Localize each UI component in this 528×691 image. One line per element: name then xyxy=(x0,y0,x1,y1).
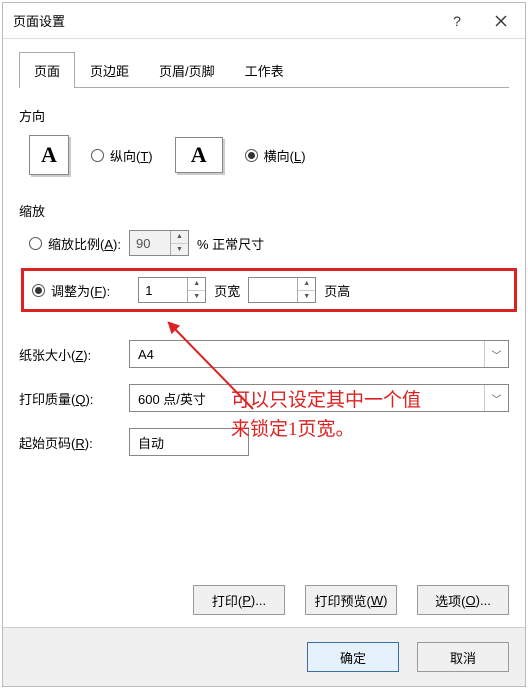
paper-size-value: A4 xyxy=(138,347,154,362)
radio-icon xyxy=(32,284,45,297)
dialog-title: 页面设置 xyxy=(13,11,435,30)
portrait-icon: A xyxy=(29,135,69,175)
landscape-radio[interactable]: 横向(L) xyxy=(245,146,306,165)
chevron-down-icon: ﹀ xyxy=(484,341,508,367)
paper-size-select[interactable]: A4 ﹀ xyxy=(129,340,509,368)
tabs: 页面 页边距 页眉/页脚 工作表 xyxy=(19,51,509,88)
start-page-value: 自动 xyxy=(138,433,164,452)
print-quality-select[interactable]: 600 点/英寸 ﹀ xyxy=(129,384,509,412)
fit-width-input[interactable] xyxy=(139,278,187,302)
fit-height-input[interactable] xyxy=(249,278,297,302)
portrait-radio-label: 纵向(T) xyxy=(110,146,153,165)
start-page-input[interactable]: 自动 xyxy=(129,428,249,456)
chevron-down-icon: ﹀ xyxy=(484,385,508,411)
tab-sheet[interactable]: 工作表 xyxy=(230,52,299,88)
footer-bar: 确定 取消 xyxy=(3,627,525,686)
tab-margin[interactable]: 页边距 xyxy=(75,52,144,88)
fit-height-spinner[interactable]: ▲▼ xyxy=(248,277,316,303)
help-button[interactable]: ? xyxy=(435,6,479,36)
fit-width-spinner[interactable]: ▲▼ xyxy=(138,277,206,303)
scale-group: 缩放比例(A): ▲▼ % 正常尺寸 调整为(F): xyxy=(19,230,509,312)
options-button[interactable]: 选项(O)... xyxy=(417,585,509,615)
tab-page[interactable]: 页面 xyxy=(19,52,75,88)
fit-height-suffix: 页高 xyxy=(324,281,350,300)
landscape-icon: A xyxy=(175,137,223,173)
spinner-buttons[interactable]: ▲▼ xyxy=(187,278,205,302)
radio-icon xyxy=(29,237,42,250)
orientation-group: A 纵向(T) A 横向(L) xyxy=(19,135,509,175)
scale-ratio-input xyxy=(130,231,170,255)
orientation-label: 方向 xyxy=(19,106,509,125)
spinner-buttons[interactable]: ▲▼ xyxy=(297,278,315,302)
spinner-buttons: ▲▼ xyxy=(170,231,188,255)
print-quality-value: 600 点/英寸 xyxy=(138,389,206,408)
portrait-radio[interactable]: 纵向(T) xyxy=(91,146,153,165)
tab-header-footer[interactable]: 页眉/页脚 xyxy=(144,52,230,88)
scale-ratio-spinner: ▲▼ xyxy=(129,230,189,256)
landscape-radio-label: 横向(L) xyxy=(264,146,306,165)
cancel-button[interactable]: 取消 xyxy=(417,642,509,672)
highlight-box: 调整为(F): ▲▼ 页宽 ▲▼ 页高 xyxy=(21,268,517,312)
scale-ratio-label: 缩放比例(A): xyxy=(48,234,121,253)
fit-width-suffix: 页宽 xyxy=(214,281,240,300)
radio-icon xyxy=(245,149,258,162)
close-button[interactable] xyxy=(479,6,523,36)
start-page-label: 起始页码(R): xyxy=(19,433,119,452)
print-preview-button[interactable]: 打印预览(W) xyxy=(305,585,397,615)
fit-to-label: 调整为(F): xyxy=(51,281,110,300)
scale-ratio-suffix: % 正常尺寸 xyxy=(197,234,264,253)
dialog-body: 页面 页边距 页眉/页脚 工作表 方向 A 纵向(T) A 横向(L) 缩放 缩… xyxy=(3,39,525,585)
action-buttons: 打印(P)... 打印预览(W) 选项(O)... xyxy=(3,585,525,627)
page-setup-dialog: 页面设置 ? 页面 页边距 页眉/页脚 工作表 方向 A 纵向(T) A 横向(… xyxy=(2,2,526,687)
ok-button[interactable]: 确定 xyxy=(307,642,399,672)
close-icon xyxy=(495,15,507,27)
print-quality-label: 打印质量(Q): xyxy=(19,389,119,408)
print-button[interactable]: 打印(P)... xyxy=(193,585,285,615)
paper-size-label: 纸张大小(Z): xyxy=(19,345,119,364)
titlebar: 页面设置 ? xyxy=(3,3,525,39)
scale-label: 缩放 xyxy=(19,201,509,220)
fit-to-radio[interactable]: 调整为(F): xyxy=(32,281,110,300)
radio-icon xyxy=(91,149,104,162)
scale-ratio-radio[interactable]: 缩放比例(A): xyxy=(29,234,121,253)
